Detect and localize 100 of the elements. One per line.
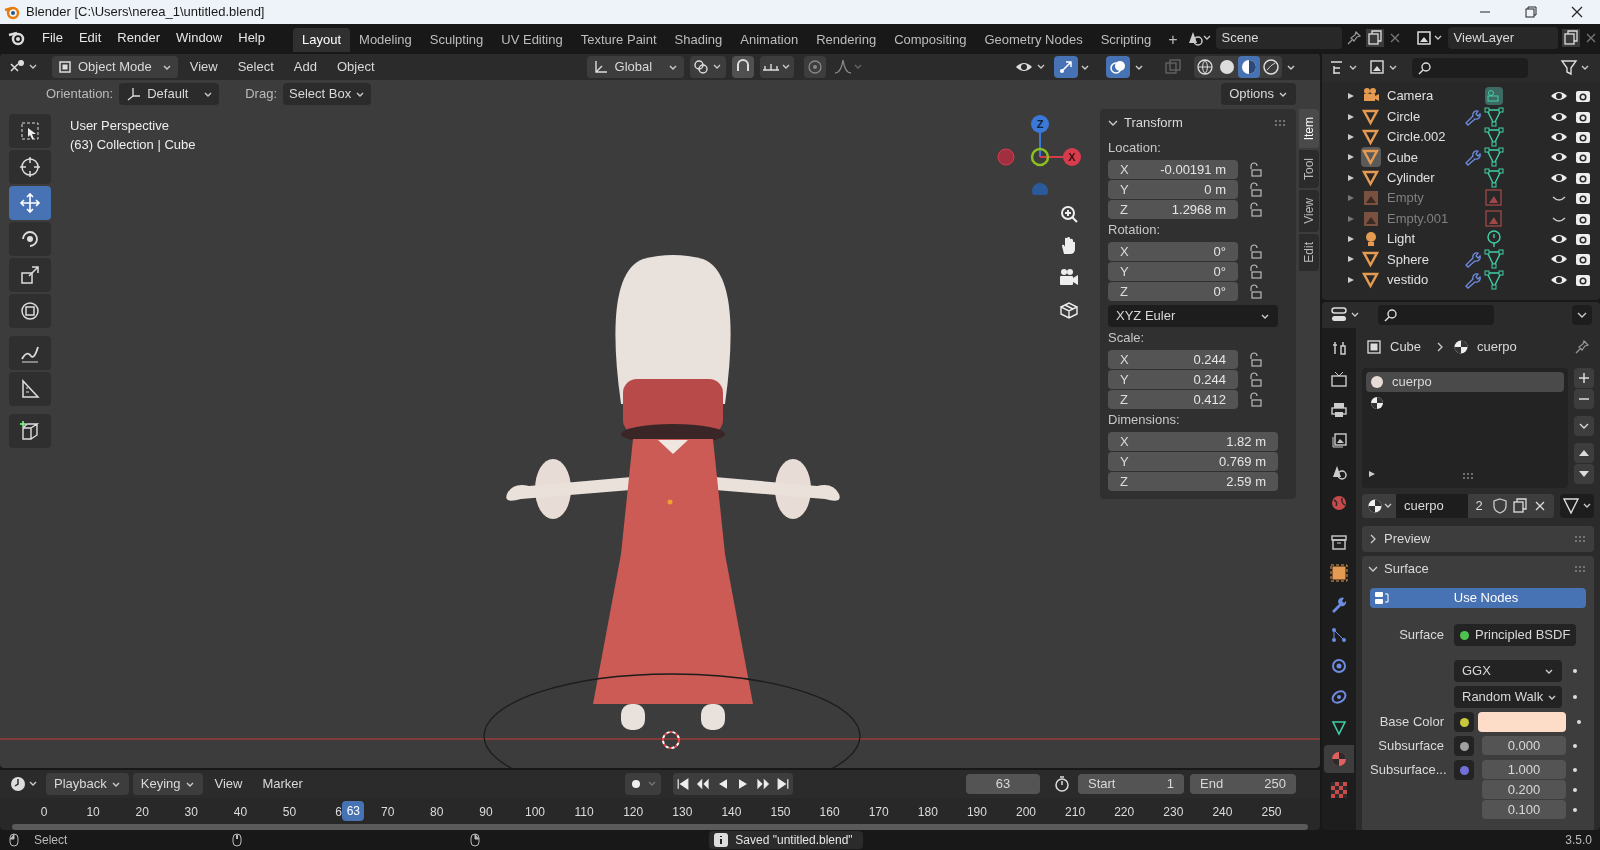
menu-item[interactable]: Select [229, 56, 282, 78]
workspace-tab[interactable]: Modeling [350, 28, 421, 52]
axis-label[interactable]: X [1063, 148, 1081, 166]
frame-number: 20 [135, 804, 149, 821]
menu-item[interactable]: Render [109, 27, 168, 49]
menu-dropdown[interactable]: Keying [132, 773, 203, 795]
number-field[interactable]: Z 0° [1108, 282, 1238, 301]
workspace-tab[interactable]: Texture Paint [571, 28, 666, 52]
frame-number: 140 [721, 804, 742, 821]
dropdown[interactable]: Random Walk [1454, 686, 1562, 708]
field-label: Subsurface [1378, 738, 1444, 753]
add-workspace-button[interactable]: + [1160, 28, 1186, 52]
frame-number: 100 [525, 804, 545, 821]
workspace-tab[interactable]: Animation [731, 28, 808, 52]
axis-label[interactable]: Z [1031, 115, 1049, 133]
number-field[interactable]: Y 0 m [1108, 180, 1238, 199]
frame-number: 6 [335, 804, 342, 821]
start-frame-field[interactable]: Start 1 [1078, 774, 1184, 794]
workspace-tab[interactable]: Sculpting [420, 28, 493, 52]
menu-item[interactable]: Add [285, 56, 325, 78]
material-selector[interactable]: cuerpo 2 [1362, 494, 1554, 518]
breadcrumb-item[interactable]: Cube [1390, 337, 1422, 357]
sidebar-tab[interactable]: View [1299, 190, 1319, 233]
window-title: Blender [C:\Users\nerea_1\untitled.blend] [26, 3, 265, 22]
number-field[interactable]: 0.000 [1482, 736, 1566, 755]
number-field[interactable]: 1.000 [1482, 760, 1566, 779]
number-field[interactable]: Y 0.769 m [1108, 452, 1278, 471]
menu-item[interactable]: View [206, 773, 251, 795]
transform-orientation-dropdown[interactable]: Default [119, 83, 220, 105]
group-label: Rotation: [1108, 220, 1162, 239]
frame-number: 150 [770, 804, 791, 821]
material-slot[interactable]: cuerpo [1366, 372, 1564, 392]
menu-item[interactable]: Help [230, 27, 273, 49]
number-field[interactable]: Y 0.244 [1108, 370, 1238, 389]
outliner-item-name[interactable]: Circle.002 [1387, 127, 1457, 147]
menu-item[interactable]: View [181, 56, 226, 78]
workspace-tab[interactable]: UV Editing [492, 28, 572, 52]
breadcrumb-item[interactable]: cuerpo [1477, 337, 1517, 357]
menu-item[interactable]: File [34, 27, 71, 49]
end-frame-field[interactable]: End 250 [1190, 774, 1296, 794]
orientation-label: Orientation: [46, 85, 114, 104]
drag-dropdown[interactable]: Select Box [283, 83, 372, 105]
number-field[interactable]: Y 0° [1108, 262, 1238, 281]
number-field[interactable]: 0.200 [1482, 780, 1566, 799]
rotation-mode-dropdown[interactable]: XYZ Euler [1108, 305, 1278, 327]
use-nodes-button[interactable]: Use Nodes [1370, 588, 1586, 608]
menu-dropdown[interactable]: Playback [46, 773, 129, 795]
workspace-tab[interactable]: Geometry Nodes [975, 28, 1092, 52]
workspace-tab[interactable]: Compositing [885, 28, 976, 52]
panel-title[interactable]: Transform [1124, 113, 1183, 133]
frame-number: 160 [819, 804, 840, 821]
sidebar-tab[interactable]: Edit [1299, 234, 1319, 271]
current-frame-indicator[interactable]: 63 [342, 801, 365, 821]
frame-number: 30 [184, 804, 198, 821]
outliner-item-name[interactable]: vestido [1387, 269, 1457, 290]
orientation-dropdown[interactable]: Global [586, 56, 685, 78]
outliner-item-name[interactable]: Light [1387, 229, 1457, 249]
outliner-item-name[interactable]: Sphere [1387, 249, 1457, 270]
field-label: Base Color [1379, 714, 1444, 730]
frame-number: 130 [672, 804, 693, 821]
workspace-tab[interactable]: Rendering [807, 28, 886, 52]
scene-field[interactable]: Scene [1215, 27, 1342, 49]
number-field[interactable]: X -0.00191 m [1108, 160, 1238, 179]
number-field[interactable]: 0.100 [1482, 800, 1566, 819]
outliner-item-name[interactable]: Cylinder [1387, 168, 1457, 188]
outliner-item-name[interactable]: Camera [1387, 86, 1457, 106]
number-field[interactable]: Z 2.59 m [1108, 472, 1278, 491]
panel-header[interactable]: Preview [1362, 526, 1594, 552]
panel-header[interactable]: Surface [1362, 556, 1594, 582]
workspace-tab[interactable]: Layout [293, 28, 351, 52]
frame-number: 70 [381, 804, 395, 821]
outliner-item-name[interactable]: Cube [1387, 147, 1457, 168]
group-label: Location: [1108, 138, 1162, 157]
menu-item[interactable]: Window [168, 27, 231, 49]
frame-number: 40 [233, 804, 248, 821]
shader-selector[interactable]: Principled BSDF [1454, 624, 1577, 646]
workspace-tab[interactable]: Scripting [1091, 28, 1161, 52]
number-field[interactable]: Z 0.412 [1108, 390, 1238, 409]
menu-item[interactable]: Marker [254, 773, 311, 795]
frame-number: 190 [966, 804, 987, 821]
status-hint: Select [34, 832, 68, 849]
outliner-item-name[interactable]: Circle [1387, 106, 1457, 127]
sidebar-tab[interactable]: Tool [1299, 150, 1319, 189]
workspace-tab[interactable]: Shading [665, 28, 732, 52]
view-layer-field[interactable]: ViewLayer [1447, 27, 1558, 49]
number-field[interactable]: X 0.244 [1108, 350, 1238, 369]
field-label: Surface [1399, 627, 1444, 643]
number-field[interactable]: X 0° [1108, 242, 1238, 261]
frame-number: 80 [430, 804, 444, 821]
dropdown[interactable]: GGX [1454, 660, 1562, 682]
group-label: Scale: [1108, 328, 1146, 347]
sidebar-tab[interactable]: Item [1299, 109, 1319, 149]
number-field[interactable]: Z 1.2968 m [1108, 200, 1238, 219]
menu-item[interactable]: Object [328, 56, 383, 78]
number-field[interactable]: X 1.82 m [1108, 432, 1278, 451]
menu-item[interactable]: Edit [70, 27, 110, 49]
group-label: Dimensions: [1108, 410, 1181, 429]
options-dropdown[interactable]: Options [1221, 83, 1296, 105]
current-frame-field[interactable]: 63 [966, 774, 1040, 794]
mode-dropdown[interactable]: Object Mode [52, 56, 178, 78]
